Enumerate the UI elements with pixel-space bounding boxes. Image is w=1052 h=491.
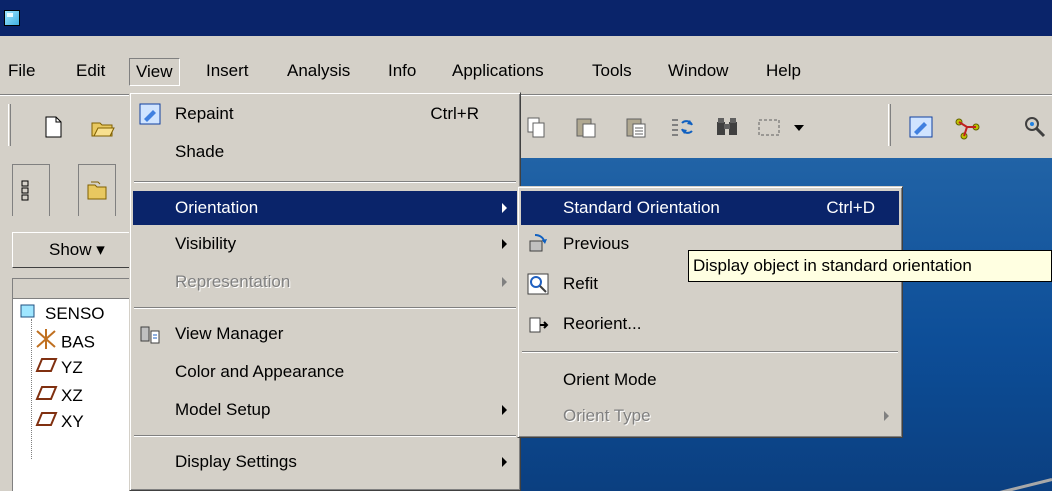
- repaint-toolbar-icon[interactable]: [908, 114, 934, 140]
- title-bar: [0, 0, 1052, 36]
- menu-info[interactable]: Info: [382, 58, 422, 86]
- submenu-arrow-icon: [502, 405, 507, 415]
- menu-item-orient-mode[interactable]: Orient Mode: [521, 363, 899, 397]
- paste-special-icon[interactable]: [624, 114, 650, 140]
- tooltip: Display object in standard orientation: [688, 250, 1052, 282]
- view-menu: Repaint Ctrl+R Shade Orientation Visibil…: [129, 92, 521, 491]
- menu-analysis[interactable]: Analysis: [281, 58, 356, 86]
- menu-item-color-appearance[interactable]: Color and Appearance: [133, 355, 517, 389]
- menu-item-orientation[interactable]: Orientation: [133, 191, 517, 225]
- menu-file[interactable]: File: [2, 58, 41, 86]
- menu-item-visibility[interactable]: Visibility: [133, 227, 517, 261]
- menu-item-reorient[interactable]: Reorient...: [521, 307, 899, 341]
- menu-item-display-settings[interactable]: Display Settings: [133, 445, 517, 479]
- tab-folder-browser[interactable]: [78, 164, 116, 216]
- menu-view[interactable]: View: [129, 58, 180, 86]
- menu-item-orient-type: Orient Type: [521, 399, 899, 433]
- previous-view-icon: [527, 233, 549, 255]
- menu-item-representation: Representation: [133, 265, 517, 299]
- menu-help[interactable]: Help: [760, 58, 807, 86]
- repaint-icon: [139, 103, 161, 125]
- folder-browser-icon: [87, 181, 107, 200]
- menu-applications[interactable]: Applications: [446, 58, 550, 86]
- tree-item-label: BAS: [61, 332, 96, 352]
- tab-model-tree[interactable]: [12, 164, 50, 216]
- datum-axis-icon[interactable]: [954, 114, 980, 140]
- menu-separator: [134, 181, 516, 183]
- menu-tools[interactable]: Tools: [586, 58, 638, 86]
- tree-item-yz-plane[interactable]: YZ: [35, 355, 83, 381]
- submenu-arrow-icon: [502, 457, 507, 467]
- tree-item-base-csys[interactable]: BAS: [35, 329, 95, 355]
- menu-item-repaint[interactable]: Repaint Ctrl+R: [133, 97, 517, 131]
- submenu-arrow-icon: [502, 277, 507, 287]
- regenerate-icon[interactable]: [668, 114, 694, 140]
- menu-item-shade[interactable]: Shade: [133, 135, 517, 169]
- menu-item-standard-orientation[interactable]: Standard Orientation Ctrl+D: [521, 191, 899, 225]
- paste-icon[interactable]: [574, 114, 600, 140]
- show-dropdown-button[interactable]: Show ▾: [12, 232, 140, 268]
- submenu-arrow-icon: [502, 203, 507, 213]
- menu-separator: [522, 351, 898, 353]
- submenu-arrow-icon: [502, 239, 507, 249]
- tree-item-xz-plane[interactable]: XZ: [35, 383, 83, 409]
- refit-icon: [527, 273, 549, 295]
- reorient-icon: [527, 313, 549, 335]
- app-icon[interactable]: [4, 10, 20, 26]
- menu-item-view-manager[interactable]: View Manager: [133, 317, 517, 351]
- tree-item-label: XY: [61, 412, 84, 431]
- spin-center-icon[interactable]: [1022, 114, 1048, 140]
- new-file-icon[interactable]: [40, 114, 66, 140]
- tree-item-root[interactable]: SENSO: [19, 301, 105, 327]
- menu-separator: [134, 307, 516, 309]
- chevron-down-icon[interactable]: [788, 114, 814, 140]
- tree-item-label: SENSO: [45, 304, 105, 323]
- part-icon: [19, 302, 45, 328]
- datum-plane-icon: [35, 410, 61, 436]
- coordinate-system-icon: [35, 329, 61, 357]
- menu-window[interactable]: Window: [662, 58, 734, 86]
- orientation-submenu: Standard Orientation Ctrl+D Previous Ref…: [517, 186, 903, 438]
- menu-item-model-setup[interactable]: Model Setup: [133, 393, 517, 427]
- toolbar-grip[interactable]: [8, 104, 11, 146]
- menu-bar: File Edit View Insert Analysis Info Appl…: [0, 54, 1052, 88]
- menu-insert[interactable]: Insert: [200, 58, 255, 86]
- submenu-arrow-icon: [884, 411, 889, 421]
- menu-edit[interactable]: Edit: [70, 58, 111, 86]
- model-tree-icon: [21, 180, 29, 201]
- open-folder-icon[interactable]: [90, 114, 116, 140]
- datum-plane-icon: [35, 384, 61, 410]
- toolbar-grip-2[interactable]: [888, 104, 891, 146]
- datum-plane-icon: [35, 356, 61, 382]
- tree-item-xy-plane[interactable]: XY: [35, 409, 84, 435]
- view-manager-icon: [139, 323, 161, 345]
- tree-connector: [31, 319, 32, 459]
- selection-box-icon[interactable]: [756, 114, 782, 140]
- find-binoculars-icon[interactable]: [714, 114, 740, 140]
- tree-item-label: XZ: [61, 386, 83, 405]
- tree-item-label: YZ: [61, 358, 83, 377]
- copy-icon[interactable]: [524, 114, 550, 140]
- menu-separator: [134, 435, 516, 437]
